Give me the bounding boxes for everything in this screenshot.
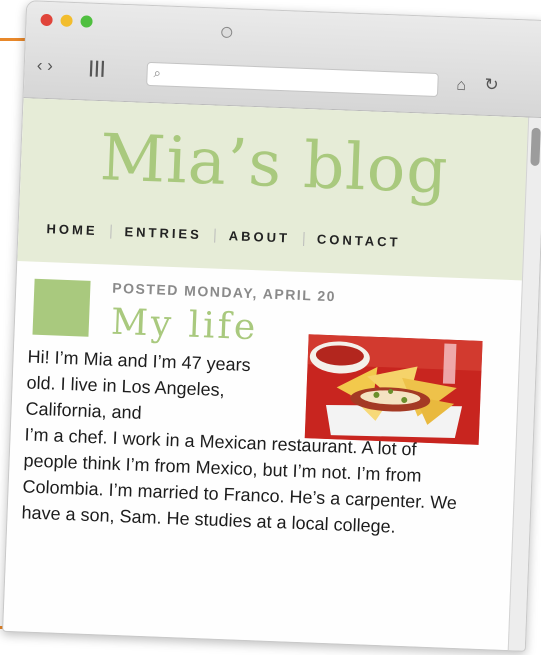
blog-nav: HOME ENTRIES ABOUT CONTACT (46, 221, 400, 250)
post-body: Hi! I’m Mia and I’m 47 years old. I live… (21, 343, 468, 542)
scrollbar-thumb[interactable] (530, 127, 541, 166)
back-forward-icon[interactable]: ‹ › (36, 56, 53, 77)
nav-divider (110, 224, 112, 239)
tab-indicator-icon (221, 26, 233, 39)
post-body-wrapped: Hi! I’m Mia and I’m 47 years old. I live… (25, 346, 251, 423)
nav-home[interactable]: HOME (46, 221, 98, 238)
post-body-rest: I’m a chef. I work in a Mexican restaura… (21, 424, 458, 537)
zoom-window-button[interactable] (80, 15, 93, 28)
post-title: My life (110, 301, 260, 349)
home-icon[interactable]: ⌂ (456, 76, 466, 96)
reload-icon[interactable]: ↻ (484, 75, 499, 96)
blog-title: Mia’s blog (98, 121, 450, 209)
minimize-window-button[interactable] (60, 14, 73, 27)
browser-window: ‹ › ||| ⌕ ⌂ ↻ Mia’s blog HOME ENTRIES AB… (2, 0, 541, 652)
post-date: POSTED MONDAY, APRIL 20 (112, 279, 337, 305)
web-page: Mia’s blog HOME ENTRIES ABOUT CONTACT PO… (3, 98, 530, 651)
blog-masthead: Mia’s blog HOME ENTRIES ABOUT CONTACT (17, 98, 530, 281)
nav-divider (302, 231, 305, 246)
search-icon: ⌕ (153, 65, 162, 81)
nav-about[interactable]: ABOUT (228, 228, 290, 245)
nav-divider (214, 228, 217, 243)
address-bar[interactable]: ⌕ (146, 61, 439, 98)
nav-contact[interactable]: CONTACT (317, 232, 401, 250)
post-marker (32, 278, 91, 337)
nav-entries[interactable]: ENTRIES (124, 224, 202, 242)
sidebar-toggle-icon[interactable]: ||| (88, 58, 106, 79)
close-window-button[interactable] (40, 13, 53, 27)
